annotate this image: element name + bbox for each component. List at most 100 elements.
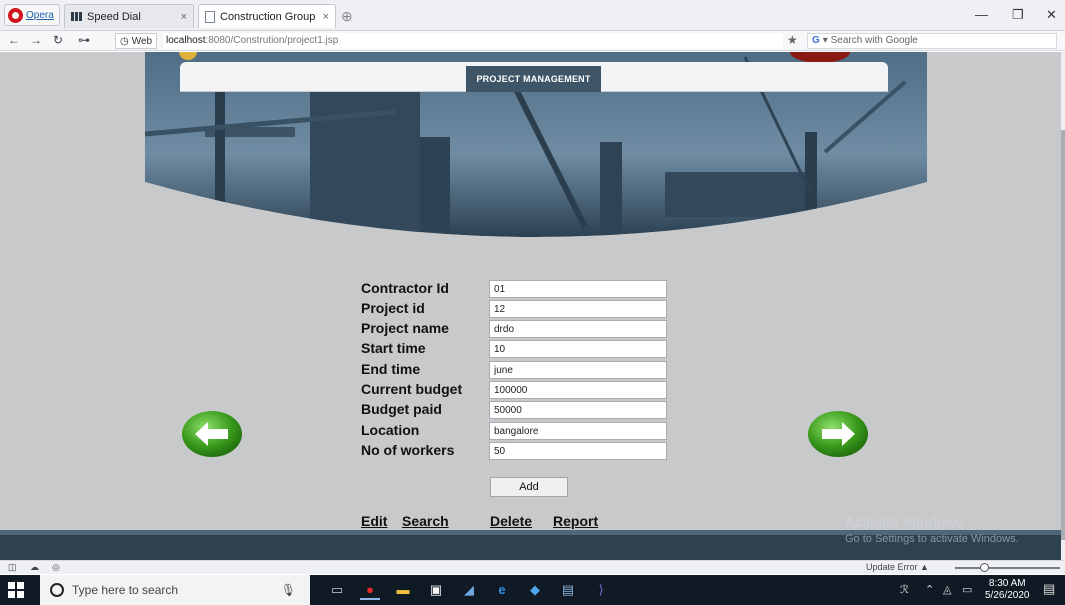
- search-placeholder: Search with Google: [830, 35, 918, 46]
- tab-construction-group[interactable]: Construction Group ×: [198, 4, 336, 28]
- app-shield-icon[interactable]: ◢: [459, 580, 479, 600]
- turbo-icon[interactable]: ◎: [52, 562, 60, 573]
- app-cube-icon[interactable]: ◆: [525, 580, 545, 600]
- form-row-contractor-id: Contractor Id: [361, 279, 681, 299]
- form-row-end-time: End time: [361, 360, 681, 380]
- search-field[interactable]: G ▾ Search with Google: [807, 33, 1057, 49]
- minimize-icon[interactable]: —: [975, 7, 988, 22]
- taskbar-clock[interactable]: 8:30 AM 5/26/2020: [985, 578, 1030, 602]
- form-row-location: Location: [361, 421, 681, 441]
- no-of-workers-label: No of workers: [361, 442, 455, 458]
- form-row-project-id: Project id: [361, 299, 681, 319]
- edit-link[interactable]: Edit: [361, 513, 387, 529]
- app-visual-studio-icon[interactable]: ⟩: [591, 580, 611, 600]
- budget-paid-field[interactable]: [489, 401, 667, 419]
- cortana-icon: [50, 583, 64, 597]
- current-budget-label: Current budget: [361, 381, 463, 397]
- new-tab-icon[interactable]: ⊕: [341, 8, 353, 25]
- contractor-id-field[interactable]: [489, 280, 667, 298]
- start-time-label: Start time: [361, 340, 426, 356]
- show-hidden-icons[interactable]: ⌃: [925, 583, 934, 596]
- url-path: :8080/Constrution/project1.jsp: [205, 35, 339, 46]
- task-view-icon[interactable]: ▭: [327, 580, 347, 600]
- report-link[interactable]: Report: [553, 513, 598, 529]
- clock-date: 5/26/2020: [985, 590, 1030, 601]
- tab-label: Construction Group: [220, 10, 316, 23]
- speed-dial-icon: [71, 12, 82, 21]
- bookmark-star-icon[interactable]: ★: [787, 33, 798, 47]
- people-icon[interactable]: ℛ: [900, 583, 909, 596]
- close-window-icon[interactable]: ✕: [1046, 7, 1057, 23]
- file-explorer-icon[interactable]: ▬: [393, 580, 413, 600]
- end-time-field[interactable]: [489, 361, 667, 379]
- previous-arrow-icon[interactable]: [181, 410, 243, 458]
- zoom-slider[interactable]: [955, 567, 1060, 569]
- form-row-budget-paid: Budget paid: [361, 400, 681, 420]
- form-row-current-budget: Current budget: [361, 380, 681, 400]
- battery-icon[interactable]: ▭: [962, 583, 972, 596]
- budget-paid-label: Budget paid: [361, 401, 442, 417]
- cloud-icon[interactable]: ☁: [30, 562, 39, 573]
- windows-start-icon[interactable]: [8, 582, 24, 598]
- project-name-field[interactable]: [489, 320, 667, 338]
- windows-taskbar: Type here to search 🎙 ▭ ● ▬ ▣ ◢ e ◆ ▤ ⟩ …: [0, 575, 1065, 605]
- form-row-start-time: Start time: [361, 339, 681, 359]
- clock-time: 8:30 AM: [988, 578, 1026, 589]
- activate-windows-title: Activate Windows: [845, 514, 964, 531]
- opera-menu-button[interactable]: Opera: [4, 4, 60, 26]
- taskbar-search-placeholder: Type here to search: [72, 583, 179, 597]
- form-row-no-of-workers: No of workers: [361, 441, 681, 461]
- project-id-field[interactable]: [489, 300, 667, 318]
- scrollbar-thumb[interactable]: [1061, 130, 1065, 540]
- reload-icon[interactable]: ↻: [53, 33, 63, 47]
- google-icon: G: [812, 35, 820, 46]
- web-badge-label: Web: [131, 35, 153, 47]
- edge-icon[interactable]: e: [492, 580, 512, 600]
- address-bar: ← → ↻ ⊶ ◷ Web localhost:8080/Constrution…: [0, 31, 1065, 51]
- browser-status-bar: ◫ ☁ ◎ Update Error ▲: [0, 560, 1065, 574]
- taskbar-search-box[interactable]: Type here to search 🎙: [40, 575, 310, 605]
- location-label: Location: [361, 422, 420, 438]
- nav-tab-project-management[interactable]: PROJECT MANAGEMENT: [466, 66, 601, 92]
- update-error-status[interactable]: Update Error ▲: [866, 562, 929, 572]
- form-row-project-name: Project name: [361, 319, 681, 339]
- project-id-label: Project id: [361, 300, 425, 316]
- restore-icon[interactable]: ❐: [1012, 7, 1024, 23]
- url-field[interactable]: localhost:8080/Constrution/project1.jsp: [163, 33, 783, 49]
- add-button[interactable]: Add: [490, 477, 568, 497]
- start-time-field[interactable]: [489, 340, 667, 358]
- back-icon[interactable]: ←: [8, 33, 20, 47]
- next-arrow-icon[interactable]: [807, 410, 869, 458]
- contractor-id-label: Contractor Id: [361, 280, 449, 296]
- panel-toggle-icon[interactable]: ◫: [8, 562, 17, 573]
- no-of-workers-field[interactable]: [489, 442, 667, 460]
- microphone-icon[interactable]: 🎙: [281, 583, 296, 597]
- delete-link[interactable]: Delete: [490, 513, 532, 529]
- globe-icon: ◷: [120, 35, 129, 47]
- tab-label: Speed Dial: [87, 10, 141, 23]
- tab-close-icon[interactable]: ×: [323, 11, 329, 23]
- search-link[interactable]: Search: [402, 513, 449, 529]
- end-time-label: End time: [361, 361, 421, 377]
- network-icon[interactable]: ◬: [943, 583, 951, 596]
- notification-icon[interactable]: ▤: [1043, 581, 1055, 597]
- page-icon: [205, 10, 215, 23]
- page-viewport: PROJECT MANAGEMENT Contractor Id Project…: [0, 52, 1061, 560]
- zoom-slider-knob[interactable]: [980, 563, 989, 572]
- search-dropdown-icon[interactable]: ▾: [823, 35, 831, 46]
- opera-taskbar-icon[interactable]: ●: [360, 580, 380, 600]
- current-budget-field[interactable]: [489, 381, 667, 399]
- opera-label: Opera: [26, 9, 54, 21]
- tab-close-icon[interactable]: ×: [181, 11, 187, 23]
- key-icon[interactable]: ⊶: [78, 33, 90, 47]
- tab-speed-dial[interactable]: Speed Dial ×: [64, 4, 194, 28]
- activate-windows-subtitle: Go to Settings to activate Windows.: [845, 533, 1019, 545]
- project-name-label: Project name: [361, 320, 449, 336]
- forward-icon[interactable]: →: [30, 33, 42, 47]
- site-info-badge[interactable]: ◷ Web: [115, 33, 158, 49]
- opera-logo-icon: [8, 7, 23, 23]
- location-field[interactable]: [489, 422, 667, 440]
- url-host: localhost: [166, 35, 206, 46]
- store-icon[interactable]: ▣: [426, 580, 446, 600]
- app-window-icon[interactable]: ▤: [558, 580, 578, 600]
